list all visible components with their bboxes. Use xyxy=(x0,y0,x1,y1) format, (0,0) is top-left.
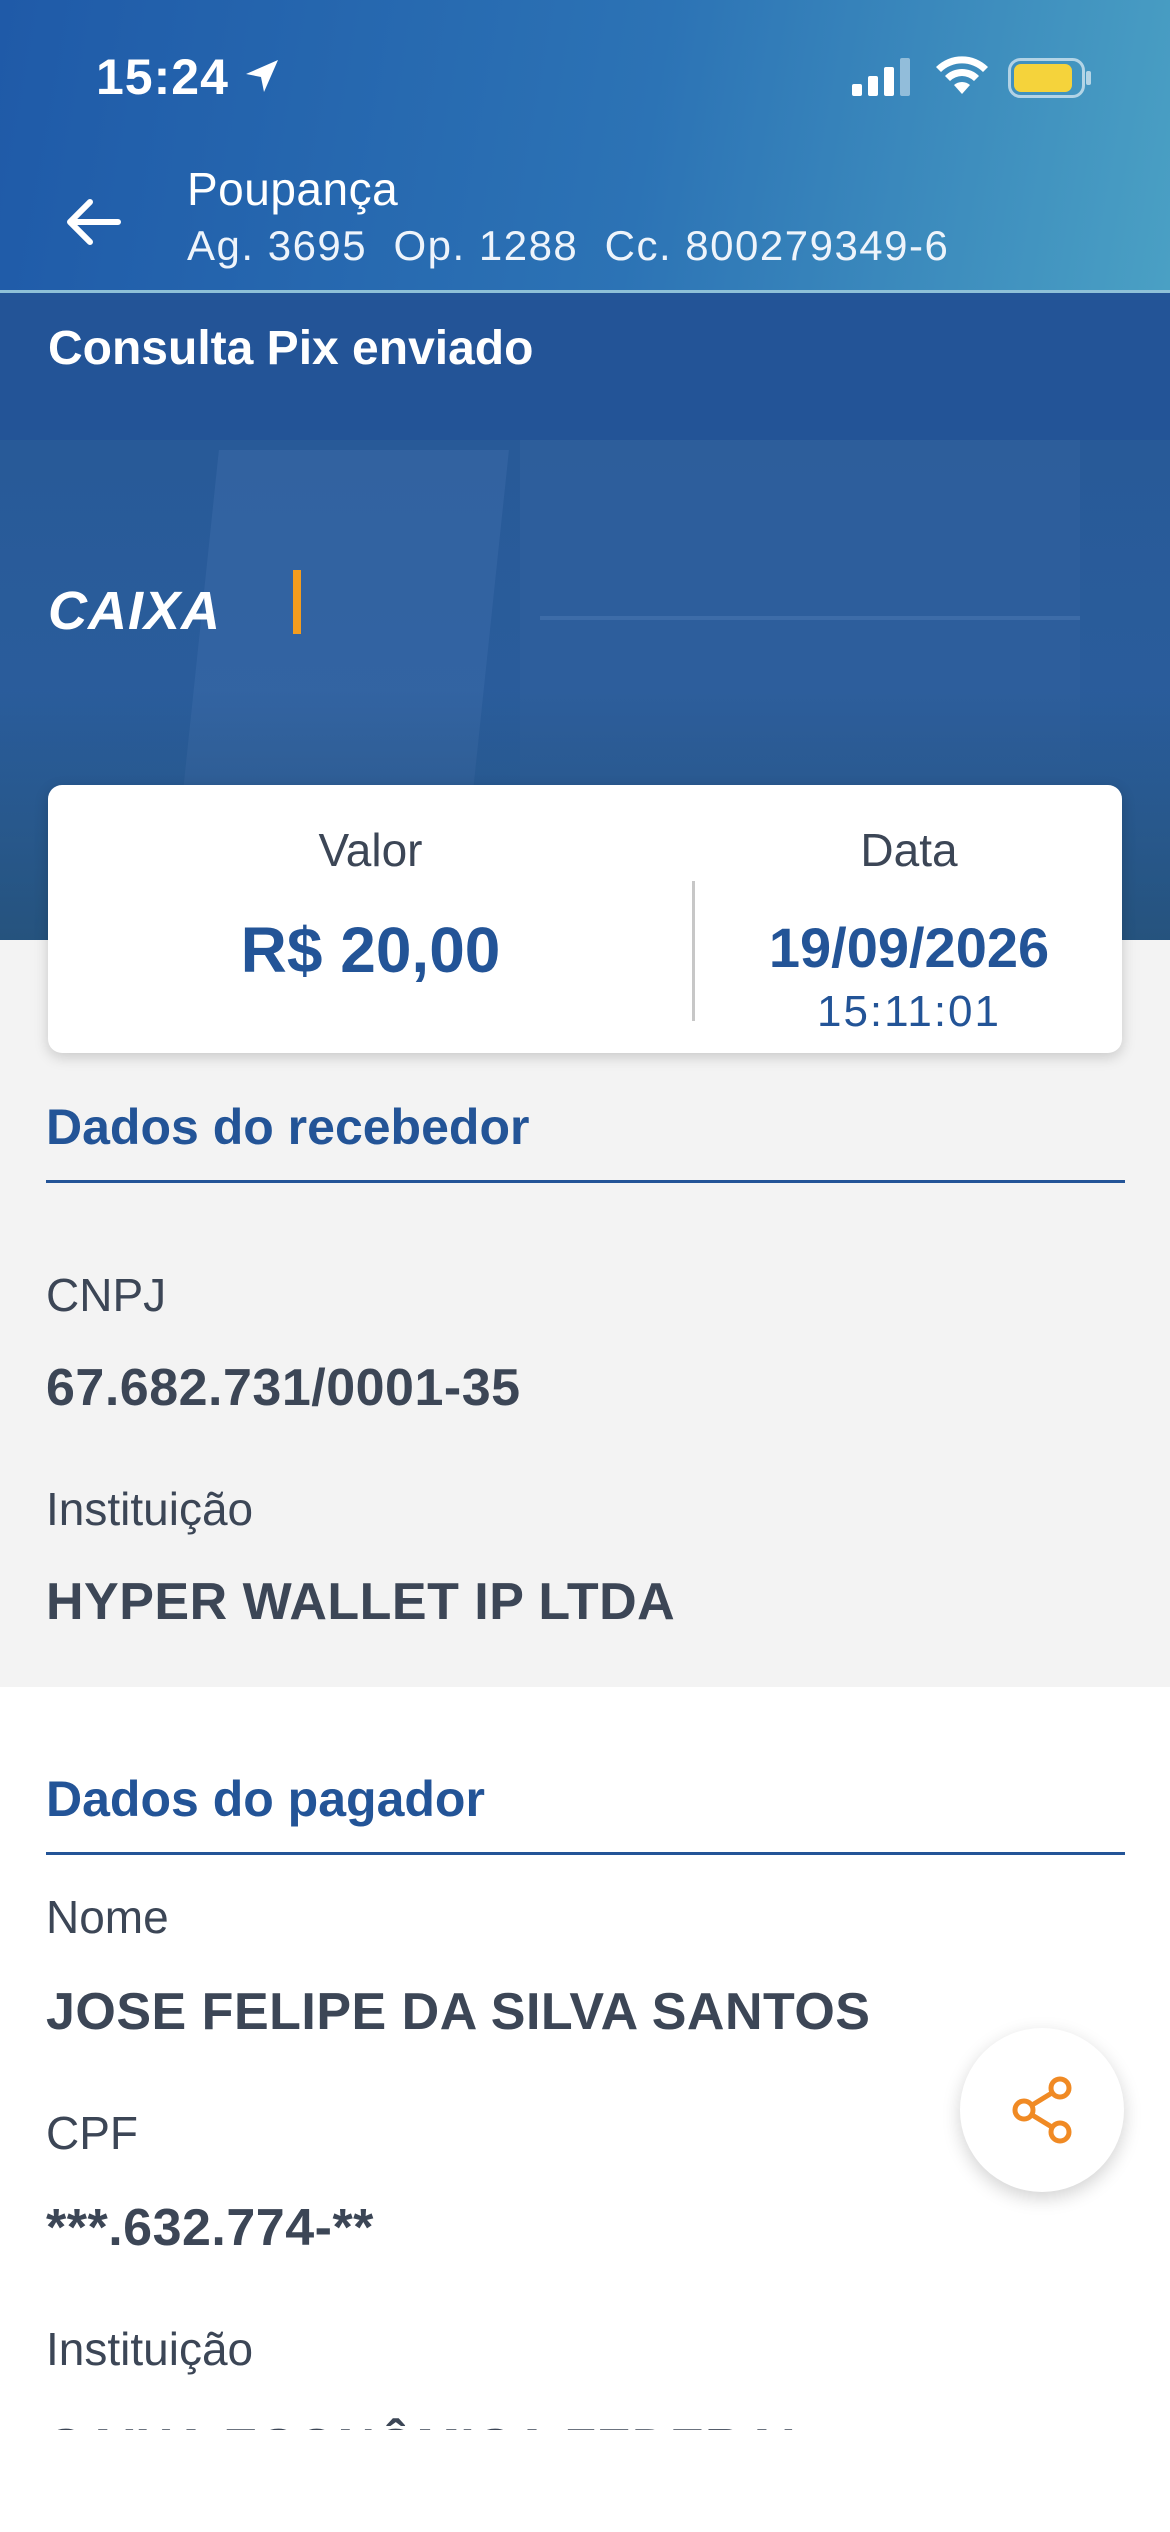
share-icon xyxy=(1012,2076,1072,2144)
back-button[interactable] xyxy=(62,190,126,254)
location-arrow-icon xyxy=(242,56,282,101)
scroll-clip: CAIXA ECONÔMICA FEDERAL xyxy=(0,2400,1170,2430)
transfer-date: 19/09/2026 xyxy=(768,916,1050,979)
arrow-left-icon xyxy=(67,199,121,245)
receiver-institution-label: Instituição xyxy=(46,1483,254,1535)
cpf-label: CPF xyxy=(46,2107,138,2159)
payer-institution-label: Instituição xyxy=(46,2323,254,2375)
cnpj-label: CNPJ xyxy=(46,1269,167,1321)
battery-icon xyxy=(1008,58,1092,103)
date-column: Data 19/09/2026 15:11:01 xyxy=(696,785,1122,1053)
status-bar: 15:24 xyxy=(0,0,1170,150)
page-title-bar: Consulta Pix enviado xyxy=(0,293,1170,440)
logo-accent-bar xyxy=(293,570,301,634)
value-column: Valor R$ 20,00 xyxy=(48,785,693,1053)
caixa-logo: CAIXA xyxy=(48,581,222,641)
account-details: Ag. 3695 Op. 1288 Cc. 800279349-6 xyxy=(187,222,950,269)
status-time: 15:24 xyxy=(96,49,229,105)
payer-name-value: JOSE FELIPE DA SILVA SANTOS xyxy=(46,1983,871,2041)
page-title: Consulta Pix enviado xyxy=(48,322,534,375)
transfer-summary-card: Valor R$ 20,00 Data 19/09/2026 15:11:01 xyxy=(48,785,1122,1053)
nav-bar: Poupança Ag. 3695 Op. 1288 Cc. 800279349… xyxy=(0,150,1170,292)
cnpj-value: 67.682.731/0001-35 xyxy=(46,1359,521,1417)
payer-section-title: Dados do pagador xyxy=(46,1771,485,1827)
receiver-section-title: Dados do recebedor xyxy=(46,1099,530,1155)
section-divider xyxy=(46,1180,1125,1183)
transfer-time: 15:11:01 xyxy=(816,987,1001,1036)
receiver-institution-value: HYPER WALLET IP LTDA xyxy=(46,1573,676,1631)
wifi-icon xyxy=(934,54,990,101)
transfer-amount: R$ 20,00 xyxy=(240,914,501,986)
value-label: Valor xyxy=(318,824,423,876)
section-divider xyxy=(46,1852,1125,1855)
share-button[interactable] xyxy=(960,2028,1124,2192)
cellular-signal-icon xyxy=(852,58,914,101)
cpf-value: ***.632.774-** xyxy=(46,2199,374,2257)
app-header: 15:24 Poupança Ag. 3695 Op. 1288 Cc. 800… xyxy=(0,0,1170,293)
date-label: Data xyxy=(860,824,958,876)
payer-institution-value: CAIXA ECONÔMICA FEDERAL xyxy=(46,2418,813,2430)
banner-building xyxy=(540,460,1080,620)
account-name: Poupança xyxy=(187,163,399,215)
payer-name-label: Nome xyxy=(46,1891,169,1943)
card-divider xyxy=(692,881,695,1021)
